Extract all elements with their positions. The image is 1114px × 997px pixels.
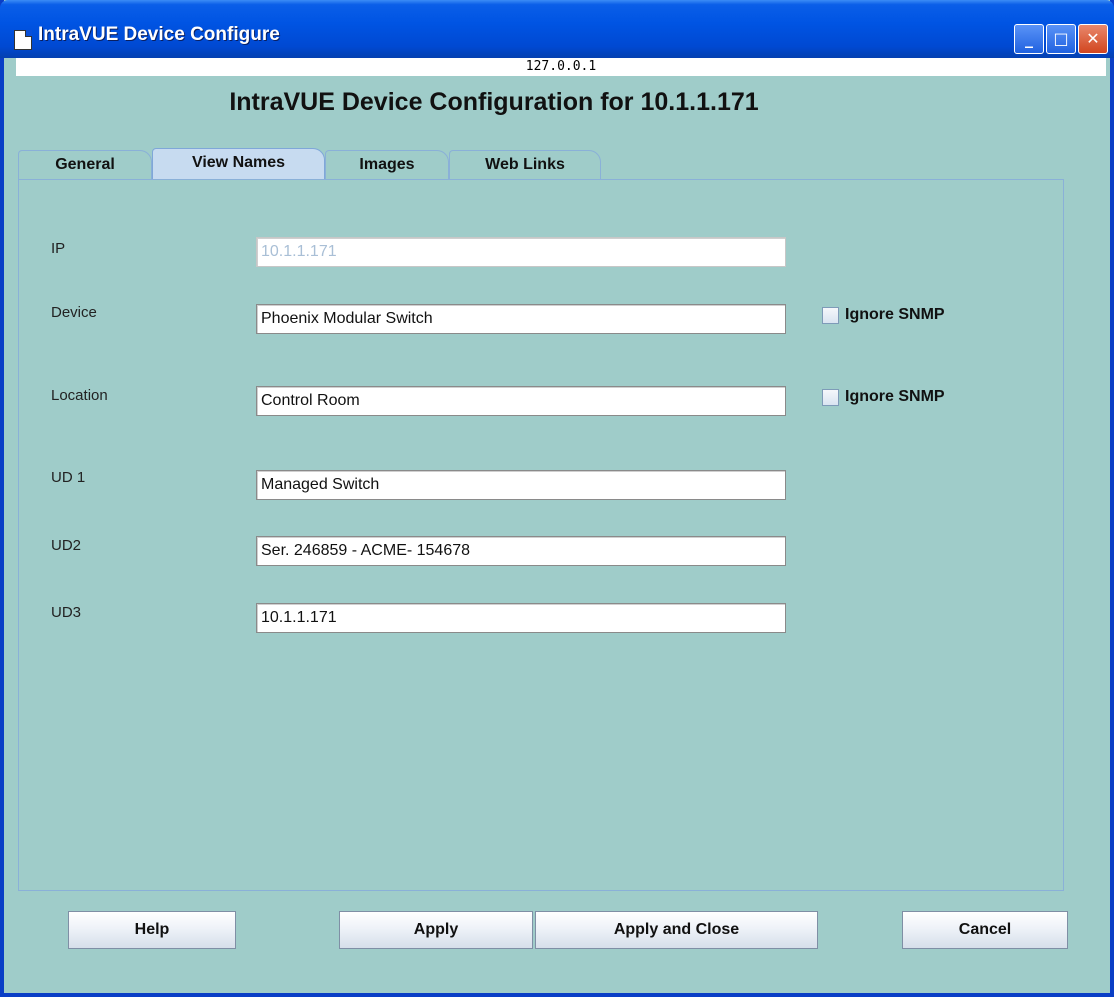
device-configure-window: IntraVUE Device Configure _ □ ✕ 127.0.0.… xyxy=(0,0,1114,997)
tab-web-links[interactable]: Web Links xyxy=(449,150,601,180)
ud1-label: UD 1 xyxy=(51,469,86,486)
apply-button[interactable]: Apply xyxy=(339,911,533,949)
ip-field xyxy=(256,237,786,267)
ud3-label: UD3 xyxy=(51,604,82,621)
tab-view-names[interactable]: View Names xyxy=(152,148,325,180)
tab-general[interactable]: General xyxy=(18,150,152,180)
location-field[interactable] xyxy=(256,386,786,416)
ip-label: IP xyxy=(51,240,66,257)
close-icon: ✕ xyxy=(1086,29,1100,48)
close-button[interactable]: ✕ xyxy=(1078,24,1108,54)
cancel-button[interactable]: Cancel xyxy=(902,911,1068,949)
maximize-button[interactable]: □ xyxy=(1046,24,1076,54)
location-label: Location xyxy=(51,387,108,404)
minimize-icon: _ xyxy=(1025,29,1033,48)
ud2-field[interactable] xyxy=(256,536,786,566)
device-ignore-snmp-checkbox[interactable]: Ignore SNMP xyxy=(822,306,945,324)
ud3-field[interactable] xyxy=(256,603,786,633)
apply-and-close-button[interactable]: Apply and Close xyxy=(535,911,818,949)
checkbox-icon xyxy=(822,306,839,324)
device-field[interactable] xyxy=(256,304,786,334)
document-icon xyxy=(14,30,32,50)
location-ignore-snmp-checkbox[interactable]: Ignore SNMP xyxy=(822,388,945,406)
ud1-field[interactable] xyxy=(256,470,786,500)
device-ignore-snmp-label: Ignore SNMP xyxy=(845,306,945,323)
location-ignore-snmp-label: Ignore SNMP xyxy=(845,388,945,405)
device-label: Device xyxy=(51,304,97,321)
page-title: IntraVUE Device Configuration for 10.1.1… xyxy=(229,88,759,116)
ud2-label: UD2 xyxy=(51,537,82,554)
window-title: IntraVUE Device Configure xyxy=(38,24,280,45)
title-bar[interactable]: IntraVUE Device Configure _ □ ✕ xyxy=(0,0,1114,58)
maximize-icon: □ xyxy=(1053,29,1069,48)
minimize-button[interactable]: _ xyxy=(1014,24,1044,54)
host-address: 127.0.0.1 xyxy=(16,58,1106,76)
help-button[interactable]: Help xyxy=(68,911,236,949)
view-names-panel xyxy=(18,179,1064,891)
checkbox-icon xyxy=(822,388,839,406)
tab-images[interactable]: Images xyxy=(325,150,449,180)
